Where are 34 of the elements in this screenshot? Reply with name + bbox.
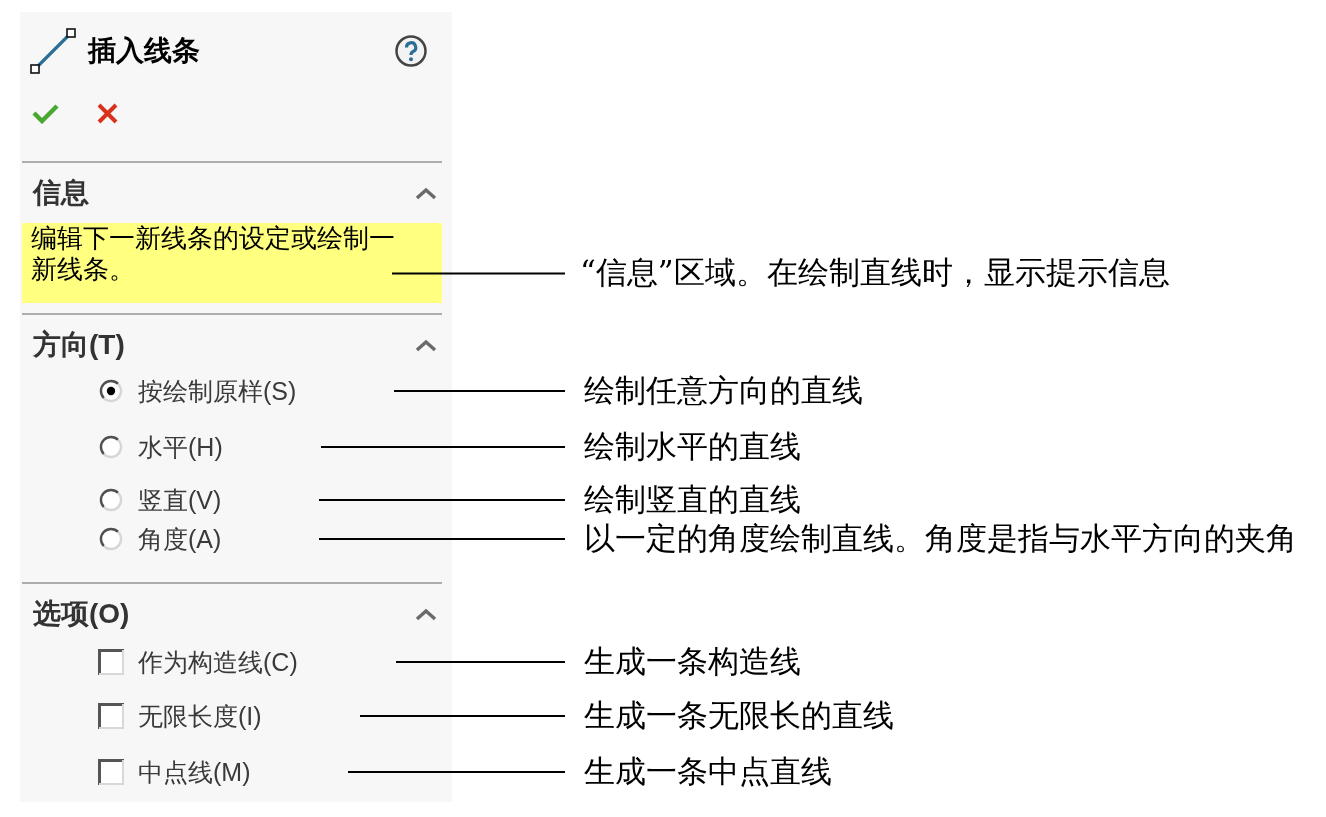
checkbox[interactable] bbox=[98, 703, 124, 729]
help-icon[interactable] bbox=[395, 35, 427, 67]
option-label: 竖直(V) bbox=[138, 487, 222, 513]
section-title: 方向(T) bbox=[33, 331, 125, 359]
checkmark-icon[interactable] bbox=[32, 102, 59, 124]
annotation-text: 绘制水平的直线 bbox=[584, 427, 801, 464]
chevron-up-icon[interactable] bbox=[415, 607, 437, 621]
annotation-text: 绘制竖直的直线 bbox=[584, 480, 801, 517]
option-label: 角度(A) bbox=[138, 526, 222, 552]
line-icon bbox=[30, 28, 76, 74]
option-label: 水平(H) bbox=[138, 434, 223, 460]
radio-button[interactable] bbox=[99, 435, 123, 459]
chevron-up-icon[interactable] bbox=[415, 338, 437, 352]
annotation-text: 绘制任意方向的直线 bbox=[584, 371, 863, 408]
cross-icon[interactable] bbox=[97, 102, 118, 124]
radio-button[interactable] bbox=[99, 488, 123, 512]
option-label: 作为构造线(C) bbox=[138, 649, 298, 675]
info-message: 编辑下一新线条的设定或绘制一新线条。 bbox=[31, 223, 396, 285]
radio-button[interactable] bbox=[99, 527, 123, 551]
radio-button[interactable] bbox=[99, 379, 123, 403]
annotation-text: 生成一条中点直线 bbox=[584, 752, 832, 789]
option-label: 中点线(M) bbox=[138, 759, 251, 785]
checkbox[interactable] bbox=[98, 759, 124, 785]
option-label: 无限长度(I) bbox=[138, 703, 262, 729]
checkbox[interactable] bbox=[98, 649, 124, 675]
annotation-text: 生成一条构造线 bbox=[584, 642, 801, 679]
annotation-text: 以一定的角度绘制直线。角度是指与水平方向的夹角 bbox=[584, 519, 1297, 556]
annotation-text: 生成一条无限长的直线 bbox=[584, 696, 894, 733]
section-title: 选项(O) bbox=[33, 600, 130, 628]
panel-title: 插入线条 bbox=[88, 37, 200, 65]
option-label: 按绘制原样(S) bbox=[138, 378, 297, 404]
section-title: 信息 bbox=[33, 179, 89, 207]
chevron-up-icon[interactable] bbox=[415, 186, 437, 200]
annotation-text: “信息”区域。在绘制直线时，显示提示信息 bbox=[580, 253, 1170, 290]
